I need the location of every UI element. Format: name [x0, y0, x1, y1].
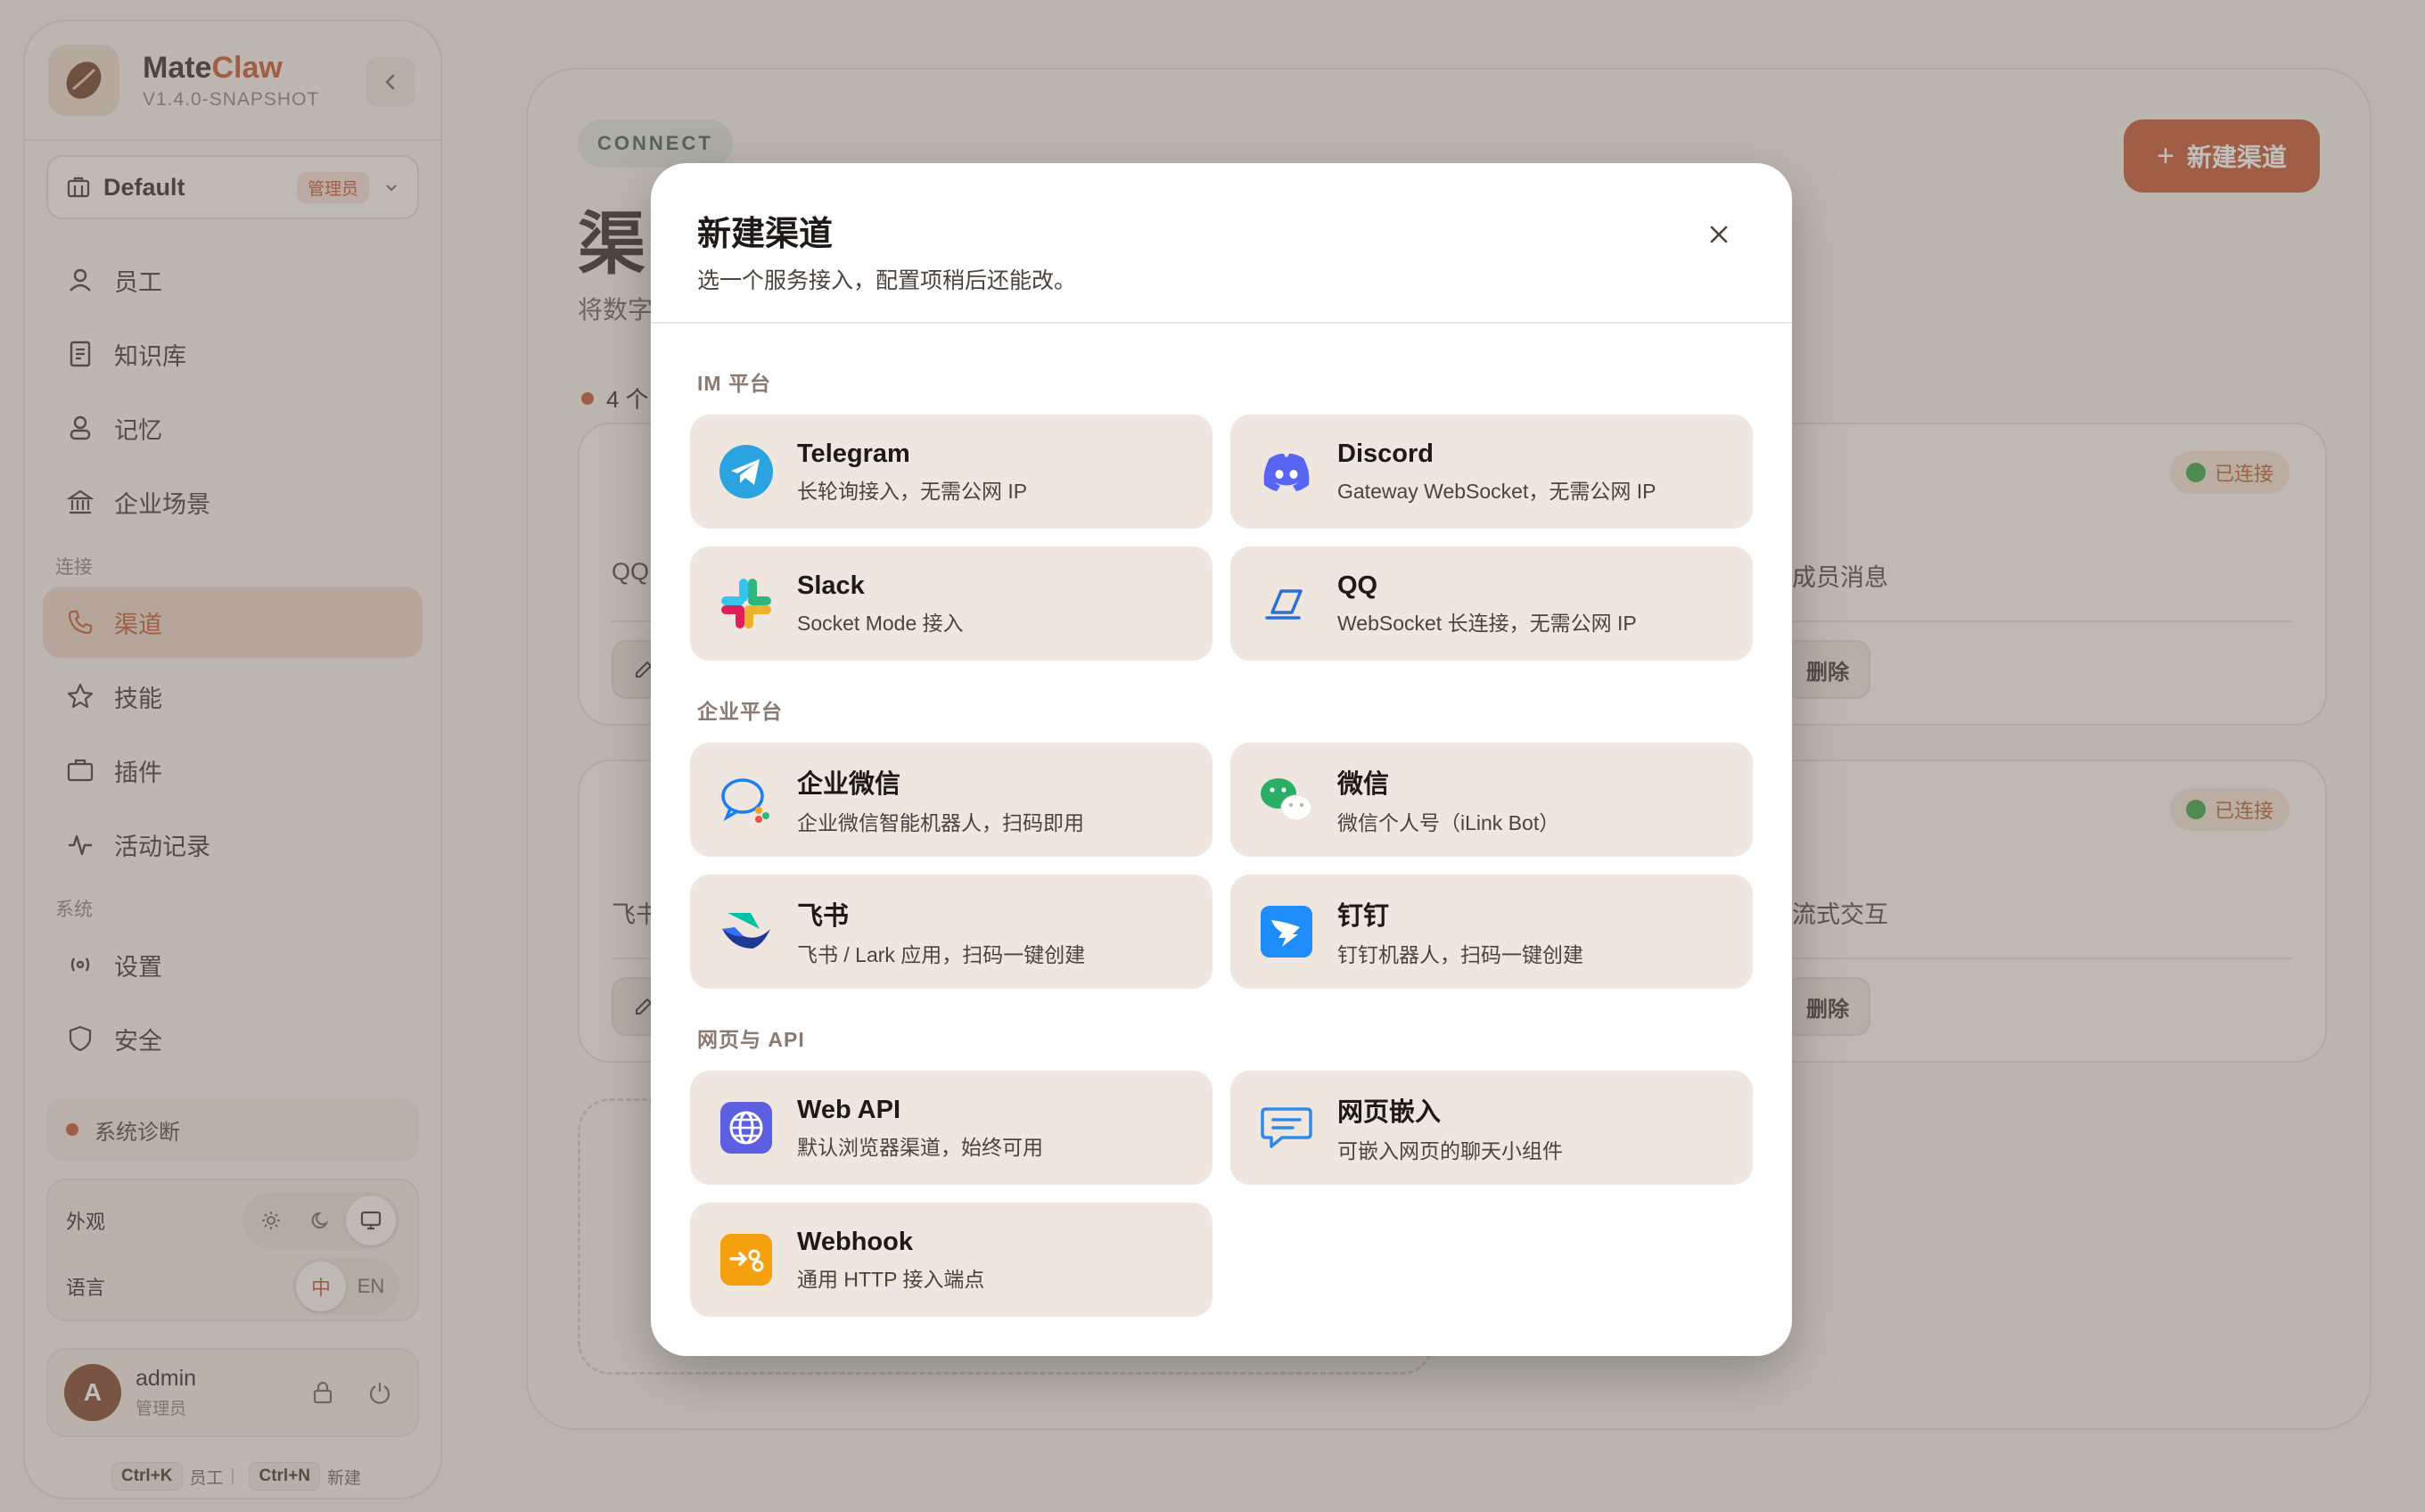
section-title-enterprise: 企业平台	[697, 700, 783, 723]
telegram-icon	[717, 442, 776, 501]
chat-bubble-icon	[1257, 1098, 1316, 1157]
option-desc: 微信个人号（iLink Bot）	[1337, 811, 1560, 834]
feishu-icon	[717, 902, 776, 961]
option-telegram[interactable]: Telegram 长轮询接入，无需公网 IP	[690, 415, 1212, 529]
slack-icon	[717, 574, 776, 633]
dingtalk-icon	[1257, 902, 1316, 961]
option-desc: 长轮询接入，无需公网 IP	[797, 479, 1028, 503]
option-desc: 默认浏览器渠道，始终可用	[797, 1135, 1043, 1159]
option-desc: 可嵌入网页的聊天小组件	[1337, 1139, 1563, 1163]
option-dingtalk[interactable]: 钉钉钉钉机器人，扫码一键创建	[1230, 875, 1753, 989]
option-wecom[interactable]: 企业微信企业微信智能机器人，扫码即用	[690, 743, 1212, 857]
option-desc: 飞书 / Lark 应用，扫码一键创建	[797, 943, 1086, 966]
option-webhook[interactable]: Webhook 通用 HTTP 接入端点	[690, 1203, 1212, 1317]
option-feishu[interactable]: 飞书飞书 / Lark 应用，扫码一键创建	[690, 875, 1212, 989]
qq-icon	[1257, 574, 1316, 633]
close-icon	[1710, 226, 1728, 243]
option-wechat[interactable]: 微信微信个人号（iLink Bot）	[1230, 743, 1753, 857]
option-qq[interactable]: QQ WebSocket 长连接，无需公网 IP	[1230, 546, 1753, 661]
webhook-icon	[717, 1230, 776, 1289]
option-name: 钉钉	[1337, 902, 1390, 931]
section-title-im: IM 平台	[697, 372, 771, 395]
option-name: QQ	[1337, 571, 1378, 600]
new-channel-dialog: 新建渠道 选一个服务接入，配置项稍后还能改。 IM 平台 Telegram 长轮询…	[651, 163, 1792, 1356]
option-name: Telegram	[797, 439, 910, 468]
option-discord[interactable]: Discord Gateway WebSocket，无需公网 IP	[1230, 415, 1753, 529]
option-name: Web API	[797, 1095, 901, 1124]
option-name: Webhook	[797, 1227, 913, 1256]
option-desc: 钉钉机器人，扫码一键创建	[1337, 943, 1583, 966]
close-button[interactable]	[1701, 217, 1737, 252]
discord-icon	[1257, 442, 1316, 501]
option-name: 微信	[1337, 770, 1390, 799]
option-name: 企业微信	[797, 770, 901, 799]
option-desc: 企业微信智能机器人，扫码即用	[797, 811, 1084, 834]
option-name: Discord	[1337, 439, 1434, 468]
section-title-web-api: 网页与 API	[697, 1028, 805, 1051]
option-desc: Gateway WebSocket，无需公网 IP	[1337, 479, 1656, 503]
option-name: 网页嵌入	[1337, 1098, 1442, 1127]
option-name: Slack	[797, 571, 865, 600]
option-web-api[interactable]: Web API 默认浏览器渠道，始终可用	[690, 1071, 1212, 1185]
option-desc: WebSocket 长连接，无需公网 IP	[1337, 611, 1637, 635]
option-desc: 通用 HTTP 接入端点	[797, 1267, 985, 1291]
wecom-icon	[717, 770, 776, 829]
option-name: 飞书	[797, 902, 850, 931]
option-web-embed[interactable]: 网页嵌入可嵌入网页的聊天小组件	[1230, 1071, 1753, 1185]
option-slack[interactable]: Slack Socket Mode 接入	[690, 546, 1212, 661]
globe-icon	[717, 1098, 776, 1157]
option-desc: Socket Mode 接入	[797, 611, 964, 635]
wechat-icon	[1257, 770, 1316, 829]
dialog-subtitle: 选一个服务接入，配置项稍后还能改。	[697, 268, 1077, 293]
dialog-title: 新建渠道	[697, 216, 834, 253]
